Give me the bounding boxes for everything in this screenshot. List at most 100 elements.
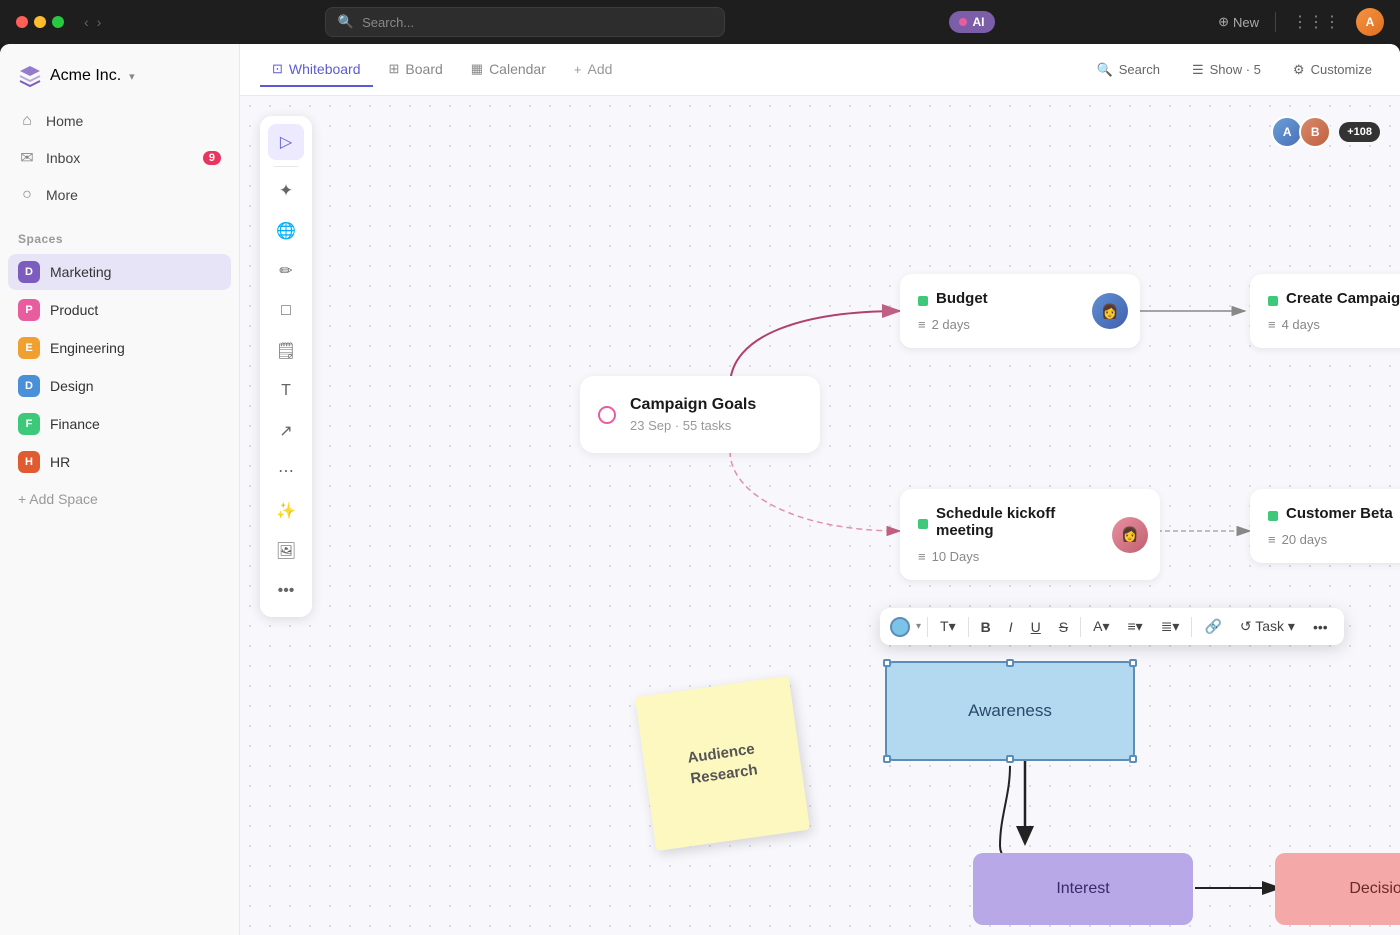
list-button[interactable]: ≣▾ xyxy=(1155,614,1186,639)
sidebar-logo[interactable]: Acme Inc. ▾ xyxy=(8,56,231,96)
note-tool[interactable]: 🗒 xyxy=(268,333,304,369)
space-label: Engineering xyxy=(50,340,125,356)
whiteboard-canvas[interactable]: ▷ ✦ 🌐 ✏ □ 🗒 T ↗ ⋯ ✨ 🖼 ••• A B +108 xyxy=(240,96,1400,935)
align-button[interactable]: ≡▾ xyxy=(1121,614,1148,639)
sidebar-item-engineering[interactable]: E Engineering xyxy=(8,330,231,366)
tab-board[interactable]: ⊞ Board xyxy=(377,53,455,87)
back-button[interactable]: ‹ xyxy=(84,14,89,30)
user-avatar[interactable]: A xyxy=(1356,8,1384,36)
minimize-button[interactable] xyxy=(34,16,46,28)
sidebar-item-home[interactable]: ⌂ Home xyxy=(8,104,231,138)
titlebar: ‹ › 🔍 Search... AI ⊕ New ⋮⋮⋮ A xyxy=(0,0,1400,44)
text-tool[interactable]: T xyxy=(268,373,304,409)
sidebar-item-product[interactable]: P Product xyxy=(8,292,231,328)
close-button[interactable] xyxy=(16,16,28,28)
budget-card[interactable]: Budget ≡ 2 days 👩 xyxy=(900,274,1140,348)
color-picker[interactable] xyxy=(890,617,910,637)
campaign-goals-title: Campaign Goals xyxy=(630,396,798,414)
tab-label: Board xyxy=(405,61,442,77)
search-button[interactable]: 🔍 Search xyxy=(1089,57,1168,83)
space-label: HR xyxy=(50,454,70,470)
top-nav-right: 🔍 Search ☰ Show · 5 ⚙ Customize xyxy=(1089,57,1380,83)
goals-date: 23 Sep xyxy=(630,418,671,433)
new-button[interactable]: ⊕ New xyxy=(1218,14,1259,30)
italic-button[interactable]: I xyxy=(1003,615,1019,639)
awareness-box[interactable]: Awareness xyxy=(885,661,1135,761)
underline-button[interactable]: U xyxy=(1025,615,1047,639)
finance-badge: F xyxy=(18,413,40,435)
globe-tool[interactable]: 🌐 xyxy=(268,213,304,249)
arrow-tool[interactable]: ↗ xyxy=(268,413,304,449)
nav-arrows: ‹ › xyxy=(84,14,101,30)
customer-beta-days: 20 days xyxy=(1282,532,1328,547)
budget-title: Budget xyxy=(936,290,988,307)
create-campaign-card[interactable]: Create Campaign ≡ 4 days 👩 xyxy=(1250,274,1400,348)
board-tab-icon: ⊞ xyxy=(389,61,400,77)
interest-box[interactable]: Interest xyxy=(973,853,1193,925)
lines-icon: ≡ xyxy=(1268,532,1276,547)
tab-calendar[interactable]: ▦ Calendar xyxy=(459,53,558,87)
customize-button[interactable]: ⚙ Customize xyxy=(1285,57,1380,83)
schedule-kickoff-title: Schedule kickoff meeting xyxy=(936,505,1104,539)
pen-tool[interactable]: ✏ xyxy=(268,253,304,289)
goal-circle xyxy=(598,406,616,424)
sidebar-item-inbox[interactable]: ✉ Inbox 9 xyxy=(8,140,231,176)
sticky-note-audience[interactable]: Audience Research xyxy=(635,676,810,851)
sidebar-item-marketing[interactable]: D Marketing xyxy=(8,254,231,290)
lines-icon: ≡ xyxy=(1268,317,1276,332)
show-button[interactable]: ☰ Show · 5 xyxy=(1184,57,1269,83)
text-style-button[interactable]: T▾ xyxy=(934,614,962,639)
decision-box[interactable]: Decision xyxy=(1275,853,1400,925)
rectangle-tool[interactable]: □ xyxy=(268,293,304,329)
sparkle-tool[interactable]: ✦ xyxy=(268,173,304,209)
marketing-badge: D xyxy=(18,261,40,283)
sticky-note-text: Audience Research xyxy=(659,734,787,793)
resize-handle-tr[interactable] xyxy=(1129,659,1137,667)
logo-icon xyxy=(18,64,42,88)
add-space-button[interactable]: + Add Space xyxy=(8,484,231,514)
magic-tool[interactable]: ✨ xyxy=(268,493,304,529)
hr-badge: H xyxy=(18,451,40,473)
resize-handle-bm[interactable] xyxy=(1006,755,1014,763)
resize-handle-tm[interactable] xyxy=(1006,659,1014,667)
tab-whiteboard[interactable]: ⊡ Whiteboard xyxy=(260,53,373,87)
font-color-button[interactable]: A▾ xyxy=(1087,614,1115,639)
more-options-button[interactable]: ••• xyxy=(1307,615,1334,639)
lines-icon: ≡ xyxy=(918,549,926,564)
spaces-list: D Marketing P Product E Engineering D De… xyxy=(8,254,231,480)
goal-content: Campaign Goals 23 Sep · 55 tasks xyxy=(630,396,798,433)
schedule-kickoff-card[interactable]: Schedule kickoff meeting ≡ 10 Days 👩 xyxy=(900,489,1160,580)
forward-button[interactable]: › xyxy=(97,14,102,30)
tab-label: Whiteboard xyxy=(289,61,361,77)
image-tool[interactable]: 🖼 xyxy=(268,533,304,569)
resize-handle-tl[interactable] xyxy=(883,659,891,667)
sidebar-item-more[interactable]: ○ More xyxy=(8,178,231,212)
toolbar-separator xyxy=(274,166,298,167)
select-tool[interactable]: ▷ xyxy=(268,124,304,160)
sidebar-item-finance[interactable]: F Finance xyxy=(8,406,231,442)
campaign-goals-card[interactable]: Campaign Goals 23 Sep · 55 tasks xyxy=(580,376,820,453)
task-button[interactable]: ↺ Task ▾ xyxy=(1234,614,1301,639)
sidebar-item-label: Inbox xyxy=(46,150,80,166)
status-dot xyxy=(1268,511,1278,521)
link-button[interactable]: 🔗 xyxy=(1198,614,1227,639)
logo-text: Acme Inc. xyxy=(50,67,121,85)
customer-beta-card[interactable]: Customer Beta ≡ 20 days 🧑 xyxy=(1250,489,1400,563)
chevron-down-icon[interactable]: ▾ xyxy=(916,621,921,632)
sidebar-item-hr[interactable]: H HR xyxy=(8,444,231,480)
network-tool[interactable]: ⋯ xyxy=(268,453,304,489)
status-dot xyxy=(1268,296,1278,306)
tab-add[interactable]: + Add xyxy=(562,53,625,87)
strikethrough-button[interactable]: S xyxy=(1053,615,1074,639)
maximize-button[interactable] xyxy=(52,16,64,28)
down-arrow-awareness xyxy=(1000,761,1050,861)
ai-button[interactable]: AI xyxy=(949,11,995,33)
bold-button[interactable]: B xyxy=(975,615,997,639)
global-search[interactable]: 🔍 Search... xyxy=(325,7,725,37)
resize-handle-bl[interactable] xyxy=(883,755,891,763)
resize-handle-br[interactable] xyxy=(1129,755,1137,763)
sidebar-item-design[interactable]: D Design xyxy=(8,368,231,404)
budget-meta: ≡ 2 days xyxy=(918,317,1084,332)
grid-icon[interactable]: ⋮⋮⋮ xyxy=(1292,12,1340,32)
more-tools[interactable]: ••• xyxy=(268,573,304,609)
